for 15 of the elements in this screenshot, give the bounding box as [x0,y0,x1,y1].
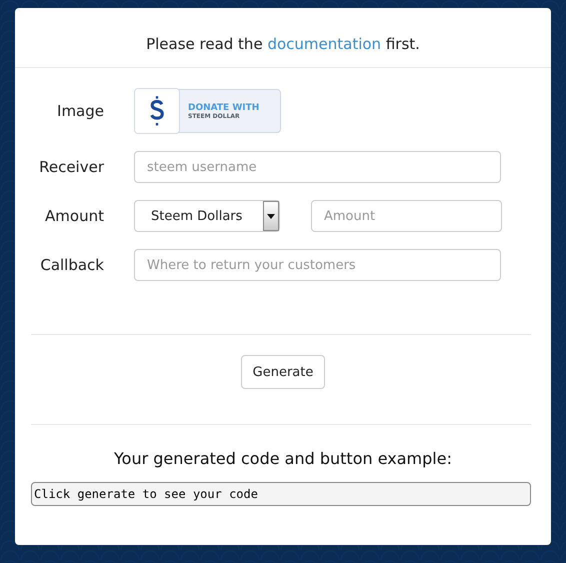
generate-button[interactable]: Generate [241,355,325,389]
result-heading: Your generated code and button example: [113,448,453,470]
amount-field[interactable]: Amount [311,200,502,232]
field-label: Amount [44,207,105,225]
field-label: Receiver [38,158,105,176]
receiver-field[interactable]: steem username [134,151,501,183]
field-label: Callback [39,256,105,274]
intro-text: Please read the documentation first. [145,34,421,55]
badge-title: DONATE WITH [188,102,260,112]
callback-field[interactable]: Where to return your customers [134,249,501,281]
field-label: Image [56,102,105,120]
currency-select[interactable]: Steem Dollars [134,200,280,232]
code-box[interactable]: Click generate to see your code [31,482,531,506]
dollar-icon [134,88,180,134]
dropdown-icon [263,201,279,231]
